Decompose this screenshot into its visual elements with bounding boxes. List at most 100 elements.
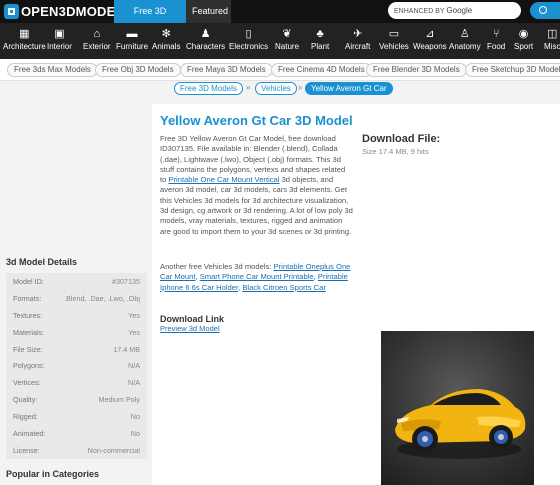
leaf-icon: ❦ — [282, 28, 292, 40]
details-value: Yes — [128, 327, 140, 337]
related-text: Another free Vehicles 3d models: — [160, 262, 274, 271]
details-heading: 3d Model Details — [6, 257, 78, 267]
plane-icon: ✈ — [353, 28, 363, 40]
category-characters[interactable]: ♟ Characters — [186, 23, 225, 59]
tree-icon: ♣ — [316, 28, 324, 40]
category-label: Sport — [514, 42, 534, 51]
filter-pill[interactable]: Free Obj 3D Models — [95, 63, 181, 77]
breadcrumb-separator: » — [298, 83, 303, 92]
details-row: Materials: Yes — [6, 324, 147, 341]
preview-3d-model-link[interactable]: Preview 3d Model — [160, 324, 220, 333]
category-architecture[interactable]: ▦ Architecture — [3, 23, 46, 59]
category-label: Nature — [275, 42, 300, 51]
related-link[interactable]: Smart Phone Car Mount Printable — [200, 272, 314, 281]
body-icon: ♙ — [459, 28, 470, 40]
paw-icon: ✻ — [161, 28, 171, 40]
category-vehicles[interactable]: ▭ Vehicles — [379, 23, 409, 59]
popular-heading: Popular in Categories — [6, 469, 100, 479]
category-label: Interior — [47, 42, 72, 51]
details-row: Vertices: N/A — [6, 374, 147, 391]
search-brand: Google — [446, 6, 473, 15]
category-food[interactable]: ⑂ Food — [487, 23, 505, 59]
details-value: #307135 — [112, 276, 140, 286]
category-misc[interactable]: ◫ Misc — [544, 23, 560, 59]
yellow-car-image — [395, 389, 526, 459]
top-bar: OPEN3DMODEL Free 3D Models Featured ENHA… — [0, 0, 560, 39]
details-value: Yes — [128, 310, 140, 320]
category-electronics[interactable]: ▯ Electronics — [229, 23, 268, 59]
site-logo[interactable]: OPEN3DMODEL — [4, 3, 124, 20]
car-icon: ▭ — [388, 28, 400, 40]
related-link[interactable]: Printable One Car Mount Vertical — [168, 175, 279, 184]
category-label: Animals — [152, 42, 181, 51]
search-button[interactable] — [530, 2, 560, 19]
category-exterior[interactable]: ⌂ Exterior — [83, 23, 111, 59]
details-key: Formats: — [13, 293, 42, 303]
details-key: Quality: — [13, 395, 38, 405]
category-label: Architecture — [3, 42, 46, 51]
details-key: Model ID: — [13, 276, 44, 286]
details-row: Formats: .Blend, .Dae, .Lwo, .Obj — [6, 290, 147, 307]
image-icon: ▣ — [54, 28, 65, 40]
breadcrumb-vehicles[interactable]: Vehicles — [255, 82, 297, 95]
filter-bar: Free 3ds Max Models Free Obj 3D Models Fre… — [0, 59, 560, 81]
logo-cube-icon — [4, 4, 19, 19]
category-aircraft[interactable]: ✈ Aircraft — [345, 23, 370, 59]
filter-pill[interactable]: Free Sketchup 3D Models — [465, 63, 560, 77]
related-link[interactable]: Black Citroen Sports Car — [242, 283, 326, 292]
details-key: Vertices: — [13, 378, 41, 388]
search-input[interactable]: ENHANCED BY Google — [388, 2, 521, 19]
page-title: Yellow Averon Gt Car 3D Model — [160, 113, 353, 128]
breadcrumb-separator: » — [246, 83, 251, 92]
related-models: Another free Vehicles 3d models: Printab… — [160, 262, 353, 293]
filter-pill[interactable]: Free 3ds Max Models — [7, 63, 98, 77]
house-icon: ⌂ — [93, 28, 101, 40]
category-furniture[interactable]: ▬ Furniture — [116, 23, 148, 59]
tab-featured[interactable]: Featured — [186, 0, 231, 23]
details-row: Animated: No — [6, 425, 147, 442]
category-nature[interactable]: ❦ Nature — [275, 23, 299, 59]
tab-free-3d-models[interactable]: Free 3D Models — [114, 0, 186, 39]
category-bar: ▦ Architecture ▣ Interior ⌂ Exterior ▬ Furnitur… — [0, 23, 560, 59]
category-label: Anatomy — [449, 42, 481, 51]
category-label: Aircraft — [345, 42, 371, 51]
misc-icon: ◫ — [547, 28, 558, 40]
details-key: Rigged: — [13, 412, 38, 422]
category-sport[interactable]: ◉ Sport — [514, 23, 533, 59]
details-row: Quality: Medium Poly — [6, 391, 147, 408]
details-row: Polygons: N/A — [6, 357, 147, 374]
category-plant[interactable]: ♣ Plant — [311, 23, 329, 59]
breadcrumb-current[interactable]: Yellow Averon Gt Car — [305, 82, 393, 95]
category-anatomy[interactable]: ♙ Anatomy — [449, 23, 481, 59]
category-animals[interactable]: ✻ Animals — [152, 23, 180, 59]
phone-icon: ▯ — [245, 28, 252, 40]
details-value: Medium Poly — [98, 395, 140, 405]
filter-pill[interactable]: Free Maya 3D Models — [180, 63, 273, 77]
model-preview-image[interactable] — [381, 331, 534, 485]
model-description: Free 3D Yellow Averon Gt Car Model, free… — [160, 134, 353, 237]
details-value: No — [130, 412, 140, 422]
filter-pill[interactable]: Free Blender 3D Models — [366, 63, 467, 77]
sofa-icon: ▬ — [126, 28, 138, 40]
breadcrumb-free-3d-models[interactable]: Free 3D Models — [174, 82, 243, 95]
details-table: Model ID: #307135 Formats: .Blend, .Dae, .L… — [6, 273, 147, 459]
category-weapons[interactable]: ⊿ Weapons — [413, 23, 447, 59]
details-value: No — [130, 428, 140, 438]
details-key: File Size: — [13, 344, 43, 354]
details-row: Textures: Yes — [6, 307, 147, 324]
category-label: Electronics — [229, 42, 269, 51]
download-file-heading: Download File: — [362, 133, 441, 145]
filter-pill[interactable]: Free Cinema 4D Models — [271, 63, 372, 77]
details-key: Materials: — [13, 327, 45, 337]
details-value: .Blend, .Dae, .Lwo, .Obj — [64, 293, 140, 303]
category-label: Misc — [544, 42, 560, 51]
category-label: Characters — [186, 42, 226, 51]
details-row: License: Non-commercial — [6, 442, 147, 459]
details-value: Non-commercial — [87, 445, 140, 455]
details-key: Animated: — [13, 428, 46, 438]
details-key: Polygons: — [13, 361, 45, 371]
description-text: 3d objects, and averon 3d model, car 3d … — [160, 175, 353, 236]
category-label: Weapons — [413, 42, 447, 51]
category-interior[interactable]: ▣ Interior — [47, 23, 72, 59]
details-row: File Size: 17.4 MB — [6, 341, 147, 358]
